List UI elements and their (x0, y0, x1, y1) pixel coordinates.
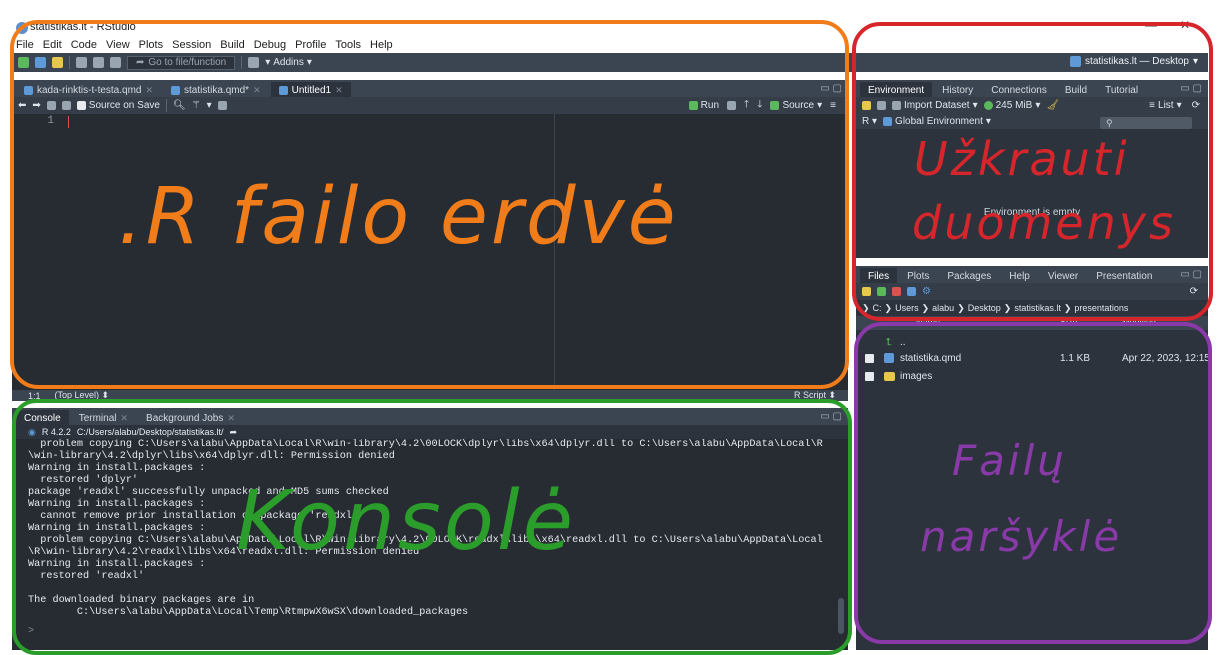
annotation-editor-label: .R failo erdvė (118, 172, 679, 262)
annotation-environment-label-1: Užkrauti (914, 132, 1130, 186)
annotation-files-label-1: Failų (952, 436, 1067, 485)
annotation-console-label: Konsolė (236, 474, 577, 569)
annotation-environment-label-2: duomenys (912, 196, 1176, 250)
annotation-files-label-2: naršyklė (920, 512, 1123, 561)
